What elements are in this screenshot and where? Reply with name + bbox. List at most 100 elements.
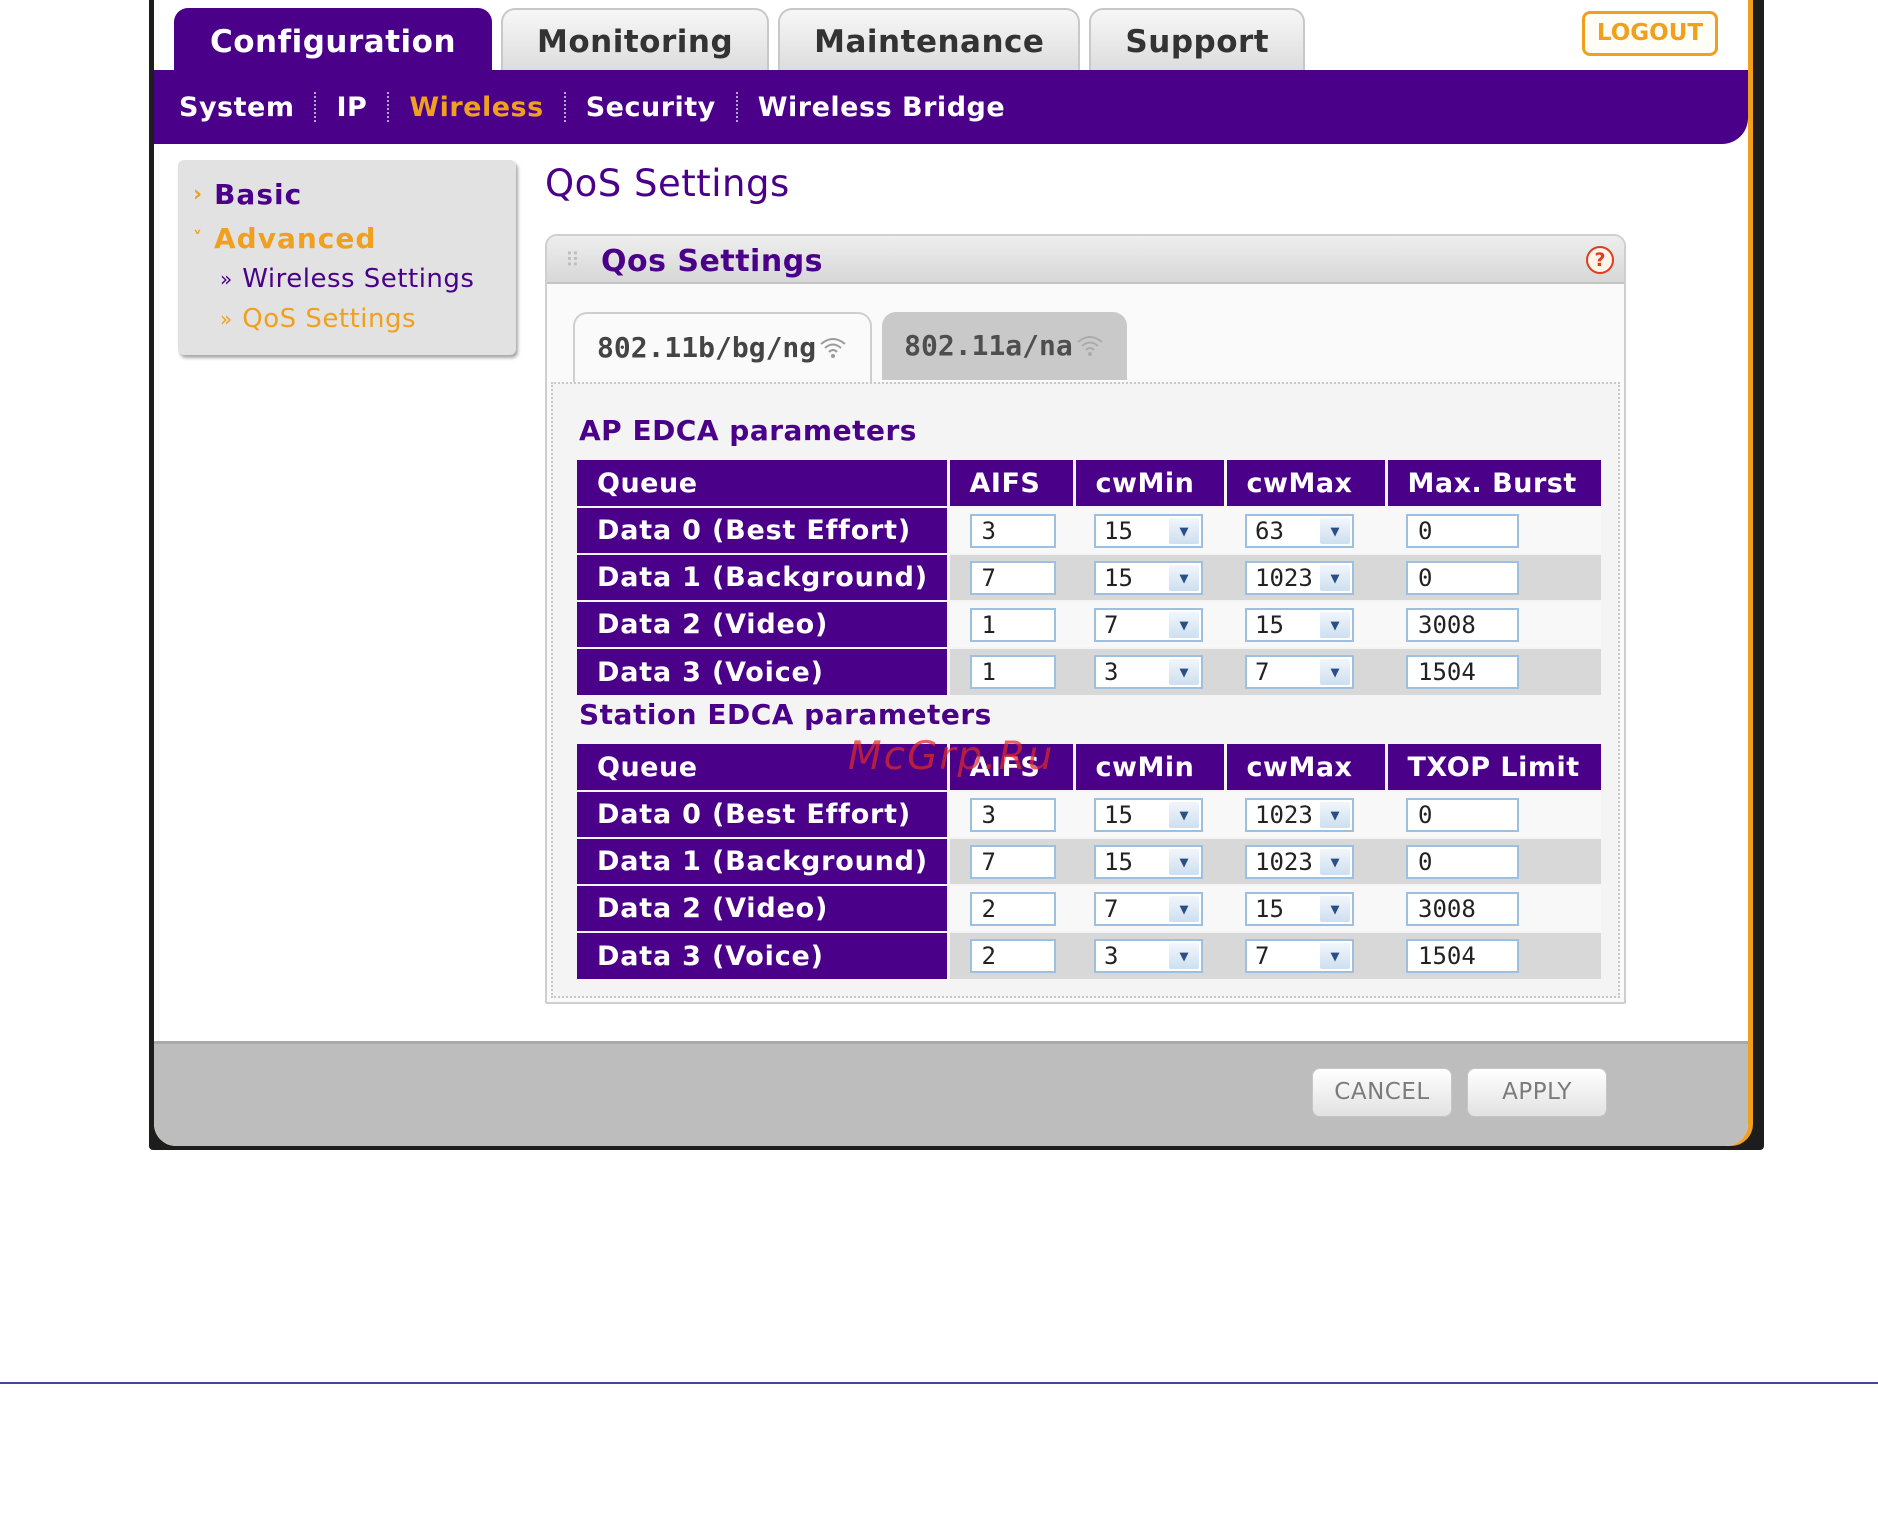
tab-label: 802.11a/na (904, 329, 1073, 362)
chevron-down-icon: ▼ (1320, 801, 1350, 828)
tab-radio-an[interactable]: 802.11a/na (882, 312, 1127, 380)
subnav-wireless-bridge[interactable]: Wireless Bridge (738, 92, 1025, 123)
select-value: 3 (1104, 942, 1119, 970)
tab-monitoring[interactable]: Monitoring (501, 8, 770, 72)
cwmax-select[interactable]: 1023 ▼ (1245, 797, 1354, 832)
select-value: 15 (1255, 610, 1284, 639)
subnav-system[interactable]: System (179, 92, 314, 123)
tab-radio-bgn[interactable]: 802.11b/bg/ng (573, 312, 873, 382)
queue-name: Data 1 (Background) (577, 837, 950, 885)
chevron-down-icon: ▼ (1169, 564, 1199, 591)
ap-edca-table: Queue AIFS cwMin cwMax Max. Burst Data 0… (577, 460, 1601, 695)
page-title: QoS Settings (545, 162, 790, 205)
tab-maintenance[interactable]: Maintenance (778, 8, 1081, 72)
sidebar-item-advanced[interactable]: ˅ Advanced (193, 222, 376, 255)
max-burst-input[interactable]: 1504 (1406, 655, 1519, 689)
max-burst-input[interactable]: 3008 (1406, 607, 1519, 642)
radio-tab-bar: 802.11b/bg/ng 802.11a/na (573, 312, 1127, 382)
select-value: 3 (1104, 658, 1119, 686)
subnav-security[interactable]: Security (566, 92, 736, 123)
chevron-down-icon: ▼ (1169, 611, 1199, 638)
column-header: cwMax (1225, 744, 1388, 791)
column-header: cwMax (1225, 460, 1388, 507)
page-divider-line (0, 1382, 1878, 1384)
cwmin-select[interactable]: 7 ▼ (1094, 891, 1203, 926)
select-value: 7 (1255, 658, 1270, 686)
chevron-down-icon: ▼ (1169, 848, 1199, 875)
aifs-input[interactable]: 7 (969, 560, 1056, 595)
txop-limit-input[interactable]: 1504 (1406, 939, 1519, 973)
cwmax-select[interactable]: 63 ▼ (1245, 513, 1354, 548)
select-value: 15 (1104, 847, 1133, 876)
queue-name: Data 3 (Voice) (577, 647, 950, 695)
sub-navigation: System IP Wireless Security Wireless Bri… (154, 70, 1748, 144)
panel-title: Qos Settings (601, 244, 824, 279)
aifs-input[interactable]: 2 (969, 939, 1056, 973)
qos-settings-panel: ⠿ Qos Settings ? 802.11b/bg/ng 802.11a/n… (545, 234, 1626, 1004)
select-value: 15 (1104, 516, 1133, 545)
table-row: Data 3 (Voice) 1 3 ▼ 7 ▼ 1504 (577, 647, 1601, 695)
cancel-button[interactable]: CANCEL (1312, 1068, 1452, 1117)
table-header-row: Queue AIFS cwMin cwMax Max. Burst (577, 460, 1601, 507)
chevron-down-icon: ▼ (1169, 517, 1199, 544)
tab-label: 802.11b/bg/ng (597, 331, 817, 364)
sidebar-item-basic[interactable]: › Basic (193, 178, 302, 211)
subnav-ip[interactable]: IP (316, 92, 387, 123)
column-header: AIFS (948, 460, 1076, 507)
wifi-icon (1077, 336, 1103, 356)
help-icon[interactable]: ? (1586, 246, 1614, 274)
tab-configuration[interactable]: Configuration (174, 8, 493, 72)
table-row: Data 0 (Best Effort) 3 15 ▼ 1023 ▼ 0 (577, 790, 1601, 838)
frame-border: Configuration Monitoring Maintenance Sup… (154, 0, 1753, 1146)
queue-name: Data 3 (Voice) (577, 931, 950, 979)
cwmax-select[interactable]: 1023 ▼ (1245, 560, 1354, 595)
chevron-down-icon: ▼ (1169, 943, 1199, 969)
table-row: Data 2 (Video) 1 7 ▼ 15 ▼ 3008 (577, 600, 1601, 648)
chevron-down-icon: ▼ (1320, 943, 1350, 969)
aifs-input[interactable]: 7 (969, 844, 1056, 879)
cwmax-select[interactable]: 1023 ▼ (1245, 844, 1354, 879)
select-value: 15 (1104, 563, 1133, 592)
aifs-input[interactable]: 1 (969, 655, 1056, 689)
apply-button[interactable]: APPLY (1467, 1068, 1607, 1117)
sidebar-item-qos-settings[interactable]: » QoS Settings (220, 304, 416, 334)
cwmin-select[interactable]: 15 ▼ (1094, 844, 1203, 879)
grip-icon: ⠿ (565, 248, 580, 272)
cwmax-select[interactable]: 15 ▼ (1245, 607, 1354, 642)
aifs-input[interactable]: 3 (969, 797, 1056, 832)
aifs-input[interactable]: 3 (969, 513, 1056, 548)
column-header: TXOP Limit (1386, 744, 1601, 791)
cwmin-select[interactable]: 7 ▼ (1094, 607, 1203, 642)
logout-button[interactable]: LOGOUT (1582, 11, 1718, 56)
top-tab-bar: Configuration Monitoring Maintenance Sup… (174, 8, 1306, 72)
queue-name: Data 0 (Best Effort) (577, 790, 950, 838)
select-value: 15 (1255, 894, 1284, 923)
tab-support[interactable]: Support (1089, 8, 1306, 72)
cwmin-select[interactable]: 15 ▼ (1094, 513, 1203, 548)
chevron-down-icon: ▼ (1320, 611, 1350, 638)
select-value: 63 (1255, 516, 1284, 545)
cwmin-select[interactable]: 15 ▼ (1094, 560, 1203, 595)
max-burst-input[interactable]: 0 (1406, 560, 1519, 595)
cwmin-select[interactable]: 3 ▼ (1094, 655, 1203, 689)
sidebar-item-wireless-settings[interactable]: » Wireless Settings (220, 264, 474, 294)
cwmax-select[interactable]: 15 ▼ (1245, 891, 1354, 926)
aifs-input[interactable]: 2 (969, 891, 1056, 926)
cwmax-select[interactable]: 7 ▼ (1245, 939, 1354, 973)
max-burst-input[interactable]: 0 (1406, 513, 1519, 548)
txop-limit-input[interactable]: 3008 (1406, 891, 1519, 926)
cwmin-select[interactable]: 3 ▼ (1094, 939, 1203, 973)
router-page: Configuration Monitoring Maintenance Sup… (154, 0, 1748, 1146)
chevron-down-icon: ˅ (193, 228, 202, 249)
station-edca-table: Queue AIFS cwMin cwMax TXOP Limit Data 0… (577, 744, 1601, 979)
txop-limit-input[interactable]: 0 (1406, 844, 1519, 879)
table-row: Data 1 (Background) 7 15 ▼ 1023 ▼ 0 (577, 553, 1601, 601)
aifs-input[interactable]: 1 (969, 607, 1056, 642)
cwmax-select[interactable]: 7 ▼ (1245, 655, 1354, 689)
table-row: Data 0 (Best Effort) 3 15 ▼ 63 ▼ 0 (577, 506, 1601, 554)
cwmin-select[interactable]: 15 ▼ (1094, 797, 1203, 832)
subnav-wireless[interactable]: Wireless (389, 92, 563, 123)
txop-limit-input[interactable]: 0 (1406, 797, 1519, 832)
select-value: 1023 (1255, 800, 1313, 829)
sidebar-item-label: QoS Settings (242, 304, 417, 334)
